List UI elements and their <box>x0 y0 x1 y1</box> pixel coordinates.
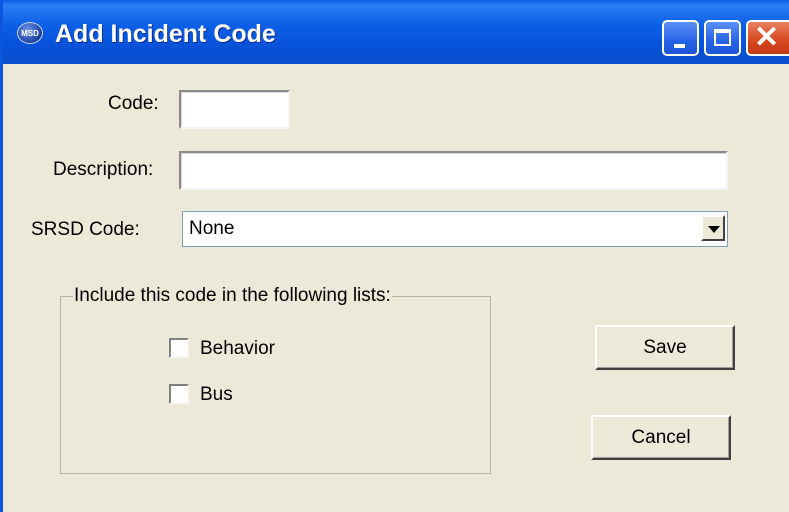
srsd-code-select[interactable]: None <box>182 211 728 247</box>
window-title: Add Incident Code <box>55 20 276 48</box>
code-label: Code: <box>108 93 159 114</box>
maximize-button[interactable] <box>704 20 741 56</box>
minimize-button[interactable] <box>662 20 699 56</box>
maximize-icon <box>714 29 731 46</box>
title-bar[interactable]: MSD Add Incident Code ✕ <box>3 0 789 64</box>
save-button[interactable]: Save <box>595 325 735 370</box>
description-input[interactable] <box>179 151 728 190</box>
include-lists-groupbox <box>60 296 491 474</box>
close-button[interactable]: ✕ <box>746 20 789 56</box>
code-input[interactable] <box>179 90 290 129</box>
bus-checkbox[interactable] <box>169 384 189 404</box>
behavior-checkbox-label[interactable]: Behavior <box>200 338 275 360</box>
include-lists-legend: Include this code in the following lists… <box>73 285 392 307</box>
dropdown-button[interactable] <box>701 215 725 241</box>
cancel-button[interactable]: Cancel <box>591 415 731 460</box>
bus-checkbox-label[interactable]: Bus <box>200 384 233 406</box>
chevron-down-icon <box>708 226 720 233</box>
behavior-checkbox[interactable] <box>169 338 189 358</box>
srsd-code-label: SRSD Code: <box>31 219 140 240</box>
minimize-icon <box>674 44 685 48</box>
description-label: Description: <box>53 159 154 180</box>
add-incident-code-dialog: MSD Add Incident Code ✕ Code: Descriptio… <box>0 0 789 512</box>
close-icon: ✕ <box>754 21 780 54</box>
app-icon: MSD <box>17 22 43 44</box>
srsd-code-selected-value: None <box>189 218 235 239</box>
